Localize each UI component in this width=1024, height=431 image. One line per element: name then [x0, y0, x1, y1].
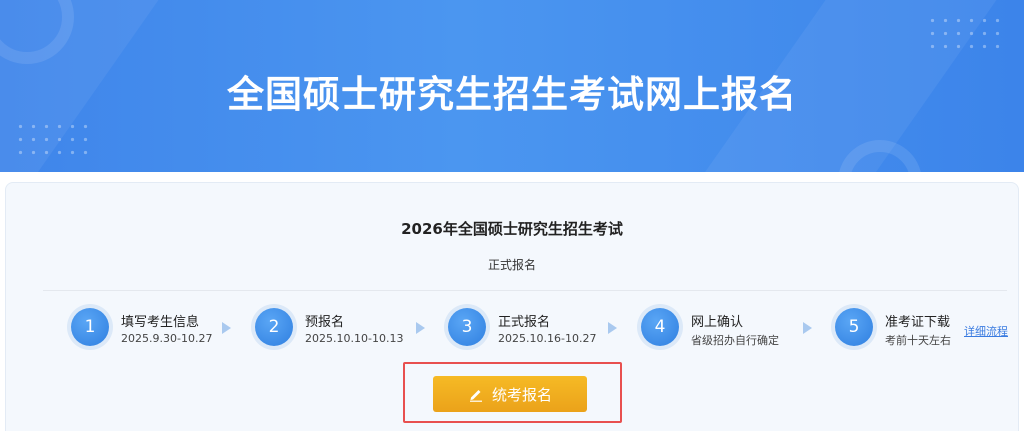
step-date: 2025.10.16-10.27	[498, 332, 597, 345]
step-date: 考前十天左右	[885, 334, 951, 347]
step-number-circle: 5	[835, 308, 873, 346]
divider	[43, 290, 1007, 291]
page-title: 全国硕士研究生招生考试网上报名	[227, 73, 797, 116]
step-name: 预报名	[305, 315, 345, 330]
step-arrow-icon	[222, 322, 231, 334]
step-number-circle: 2	[255, 308, 293, 346]
step-date: 2025.9.30-10.27	[121, 332, 213, 345]
banner-dots	[926, 14, 1008, 54]
header-banner: 全国硕士研究生招生考试网上报名	[0, 0, 1024, 172]
register-button[interactable]: 统考报名	[433, 376, 587, 412]
step-number-circle: 3	[448, 308, 486, 346]
step-name: 正式报名	[498, 315, 551, 330]
register-button-label: 统考报名	[491, 385, 552, 404]
step-arrow-icon	[416, 322, 425, 334]
banner-dots	[14, 120, 96, 162]
step-name: 准考证下载	[885, 315, 951, 330]
step-number-circle: 4	[641, 308, 679, 346]
step-name: 填写考生信息	[121, 315, 200, 330]
step-number-circle: 1	[71, 308, 109, 346]
step-date: 省级招办自行确定	[691, 334, 779, 347]
pencil-icon	[469, 390, 482, 402]
step-date: 2025.10.10-10.13	[305, 332, 404, 345]
step-arrow-icon	[608, 322, 617, 334]
step-name: 网上确认	[691, 315, 744, 330]
step-arrow-icon	[803, 322, 812, 334]
detail-process-link[interactable]: 详细流程	[964, 323, 1008, 339]
exam-subtitle: 正式报名	[487, 258, 536, 272]
exam-title: 2026年全国硕士研究生招生考试	[401, 220, 623, 238]
